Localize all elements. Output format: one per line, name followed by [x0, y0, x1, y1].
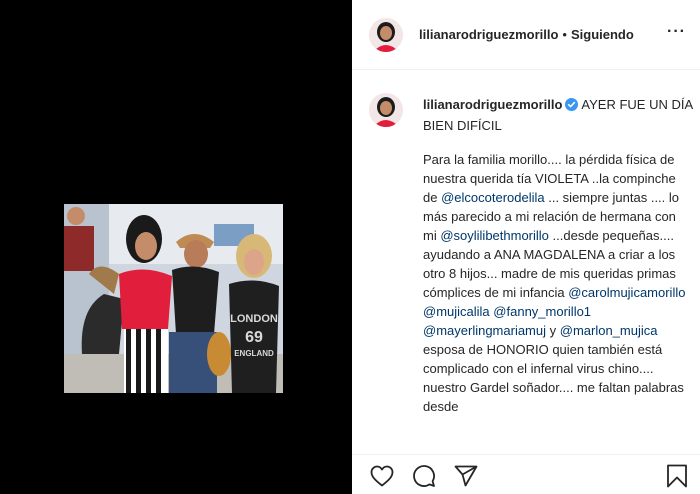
- post-side-panel: lilianarodriguezmorillo • Siguiendo ··· …: [352, 0, 700, 494]
- mention-link[interactable]: @carolmujicamorillo: [568, 285, 685, 300]
- comments-area[interactable]: lilianarodriguezmorillo AYER FUE UN DÍA B…: [352, 71, 700, 454]
- avatar-image: [369, 17, 403, 52]
- mention-link[interactable]: @mayerlingmariamuj: [423, 323, 546, 338]
- header-separator: •: [562, 27, 567, 42]
- media-pane: LONDON 69 ENGLAND: [0, 0, 352, 494]
- caption-text: esposa de HONORIO quien también está com…: [423, 342, 684, 414]
- bookmark-icon[interactable]: [664, 463, 690, 489]
- caption-text: y: [546, 323, 560, 338]
- comment-icon[interactable]: [411, 463, 437, 489]
- header-username[interactable]: lilianarodriguezmorillo: [419, 27, 558, 42]
- mention-link[interactable]: @fanny_morillo1: [493, 304, 591, 319]
- post-header: lilianarodriguezmorillo • Siguiendo ···: [352, 0, 700, 70]
- caption-avatar[interactable]: [369, 93, 403, 127]
- more-options-icon[interactable]: ···: [667, 24, 686, 40]
- mention-link[interactable]: @marlon_mujica: [560, 323, 658, 338]
- verified-badge-icon: [565, 97, 579, 116]
- caption-heading: lilianarodriguezmorillo AYER FUE UN DÍA B…: [423, 95, 693, 135]
- svg-text:69: 69: [245, 329, 263, 346]
- action-bar: [352, 454, 700, 494]
- post-photo[interactable]: LONDON 69 ENGLAND: [64, 204, 283, 393]
- avatar[interactable]: [369, 17, 403, 52]
- mention-link[interactable]: @elcocoterodelila: [441, 190, 545, 205]
- photo-illustration: LONDON 69 ENGLAND: [64, 204, 283, 393]
- avatar-image: [369, 93, 403, 127]
- heart-icon[interactable]: [369, 463, 395, 489]
- share-icon[interactable]: [453, 463, 479, 489]
- caption-body: Para la familia morillo.... la pérdida f…: [423, 150, 688, 416]
- svg-text:ENGLAND: ENGLAND: [234, 349, 274, 358]
- following-button[interactable]: Siguiendo: [571, 27, 634, 42]
- svg-text:LONDON: LONDON: [230, 313, 278, 325]
- mention-link[interactable]: @mujicalila: [423, 304, 490, 319]
- caption-username[interactable]: lilianarodriguezmorillo: [423, 97, 562, 112]
- mention-link[interactable]: @soylilibethmorillo: [440, 228, 549, 243]
